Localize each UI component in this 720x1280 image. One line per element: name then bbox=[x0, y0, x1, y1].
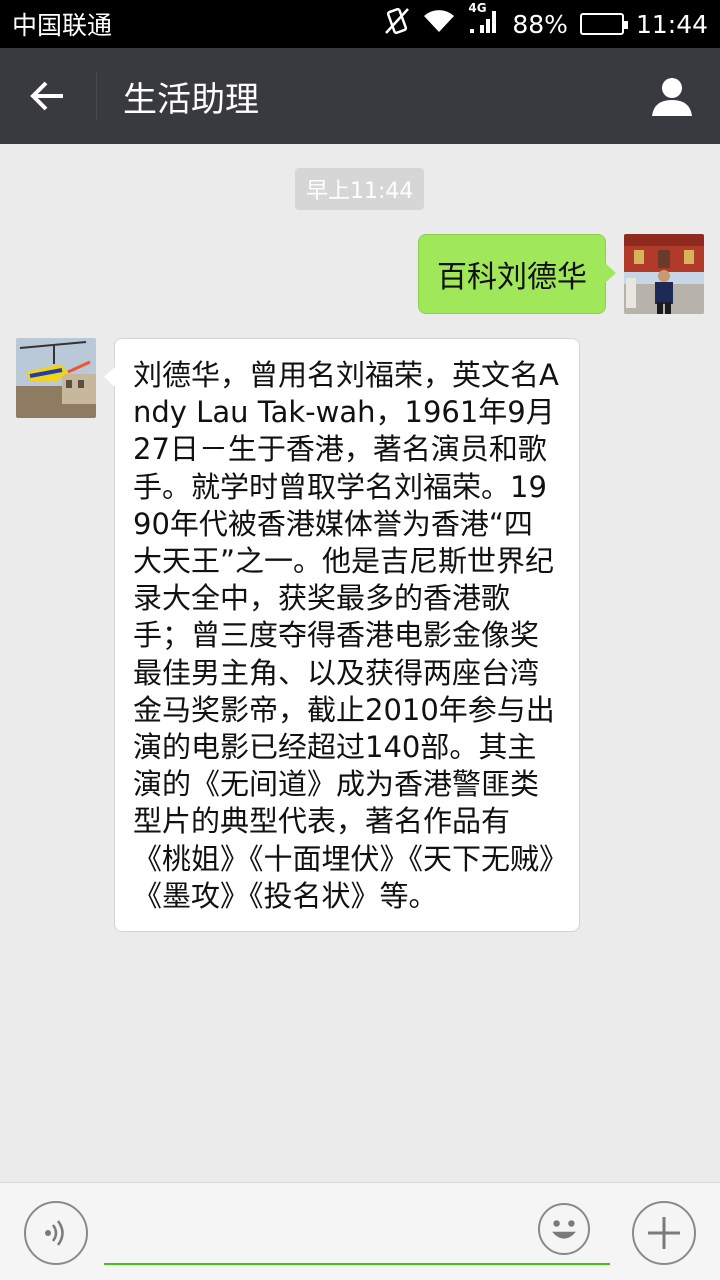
outgoing-message-bubble[interactable]: 百科刘德华 bbox=[418, 234, 616, 314]
back-button[interactable] bbox=[0, 48, 96, 144]
emoji-icon bbox=[552, 1220, 576, 1239]
voice-button[interactable] bbox=[24, 1201, 88, 1265]
my-avatar[interactable] bbox=[624, 234, 704, 314]
chat-info-button[interactable] bbox=[624, 48, 720, 144]
person-icon bbox=[652, 78, 692, 116]
vibrate-icon bbox=[384, 7, 410, 41]
chat-header: 生活助理 bbox=[0, 48, 720, 144]
carrier-name: 中国联通 bbox=[12, 11, 113, 40]
more-button[interactable] bbox=[632, 1201, 696, 1265]
wifi-icon bbox=[422, 8, 456, 40]
network-type: 4G bbox=[468, 1, 487, 15]
voice-icon bbox=[45, 1220, 64, 1246]
bot-avatar[interactable] bbox=[16, 338, 96, 418]
input-bar bbox=[0, 1182, 720, 1280]
chat-title: 生活助理 bbox=[123, 79, 259, 120]
message-list[interactable]: 早上11:44 百科刘德华 刘德华，曾用名刘福荣，英文名Andy Lau Tak… bbox=[0, 144, 720, 1182]
battery-percent: 88% bbox=[512, 9, 568, 39]
message-timestamp: 早上11:44 bbox=[295, 168, 425, 210]
battery-icon bbox=[579, 13, 628, 35]
incoming-message-bubble[interactable]: 刘德华，曾用名刘福荣，英文名Andy Lau Tak-wah，1961年9月27… bbox=[104, 338, 580, 933]
signal-icon: 4G bbox=[468, 1, 500, 41]
clock: 11:44 bbox=[635, 9, 708, 39]
arrow-left-icon bbox=[30, 81, 63, 111]
status-icons: 4G 88% 11:44 bbox=[384, 1, 708, 41]
message-input[interactable] bbox=[104, 1205, 610, 1265]
status-bar: 中国联通 4G 88% 11:44 bbox=[0, 0, 720, 48]
emoji-button[interactable] bbox=[538, 1203, 590, 1255]
plus-icon bbox=[648, 1217, 680, 1249]
